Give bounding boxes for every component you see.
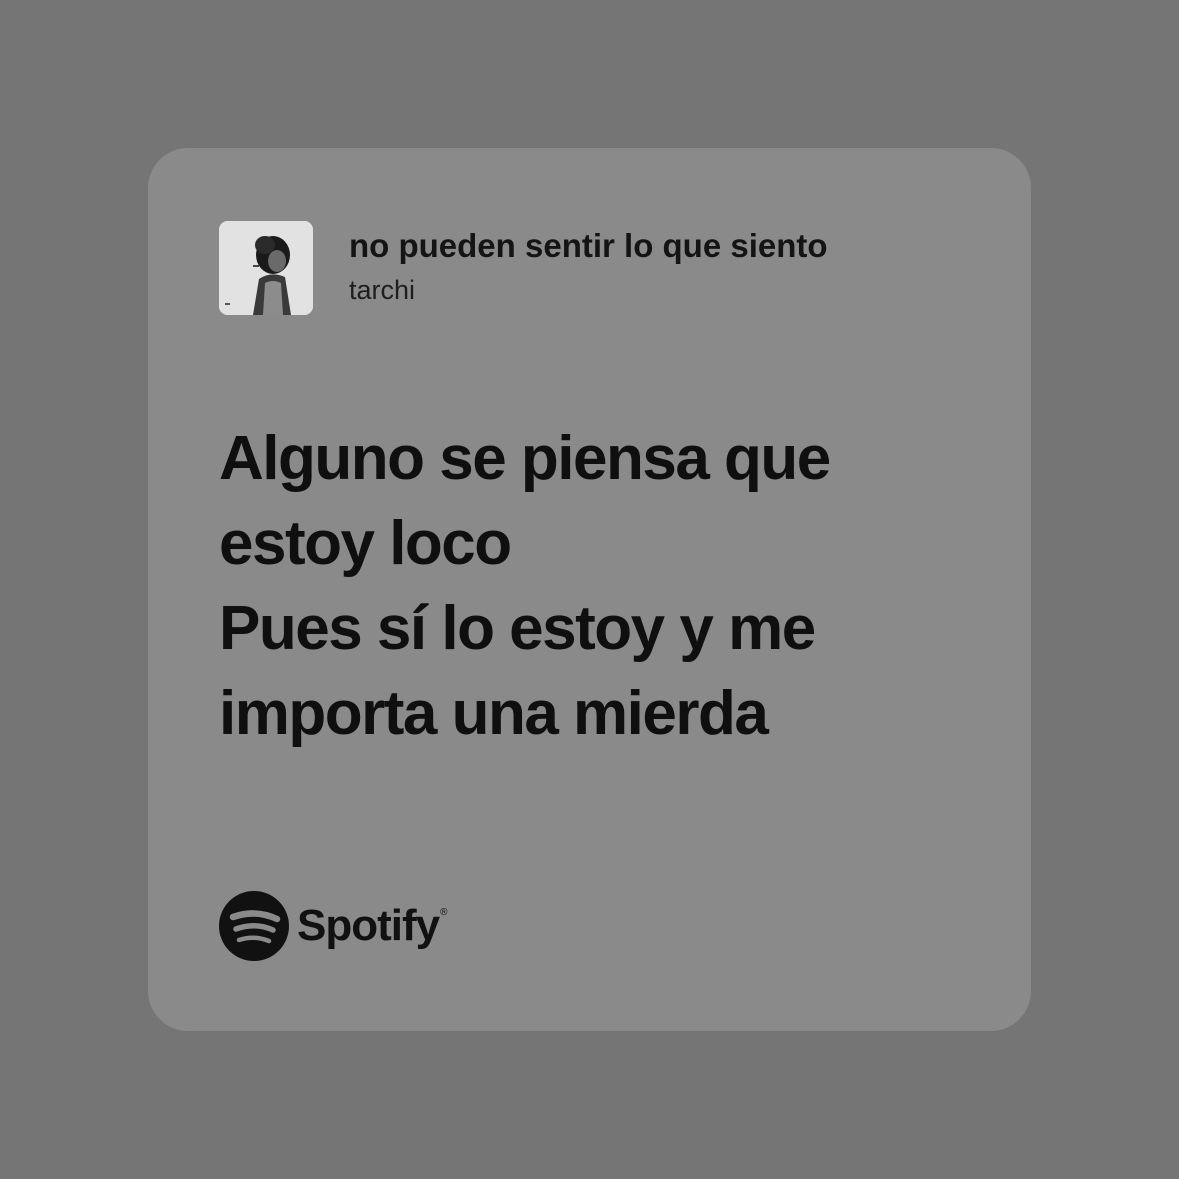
lyric-line: Alguno se piensa que [219,424,831,493]
track-title: no pueden sentir lo que siento [349,227,828,264]
spotify-brand: Spotify® [219,890,448,962]
lyrics-block: Alguno se piensa que estoy loco Pues sí … [219,416,959,756]
lyrics-share-card: no pueden sentir lo que siento tarchi Al… [148,148,1031,1031]
track-artist: tarchi [349,275,416,305]
brand-name: Spotify® [297,901,448,951]
track-info: no pueden sentir lo que siento tarchi [349,226,989,306]
lyric-line: estoy loco [219,509,512,578]
album-cover-art [219,221,313,315]
lyric-line: importa una mierda [219,679,769,748]
brand-name-text: Spotify [297,901,440,950]
registered-mark: ® [440,907,447,918]
album-cover [219,221,313,315]
spotify-logo-icon [219,891,289,961]
lyric-line: Pues sí lo estoy y me [219,594,816,663]
